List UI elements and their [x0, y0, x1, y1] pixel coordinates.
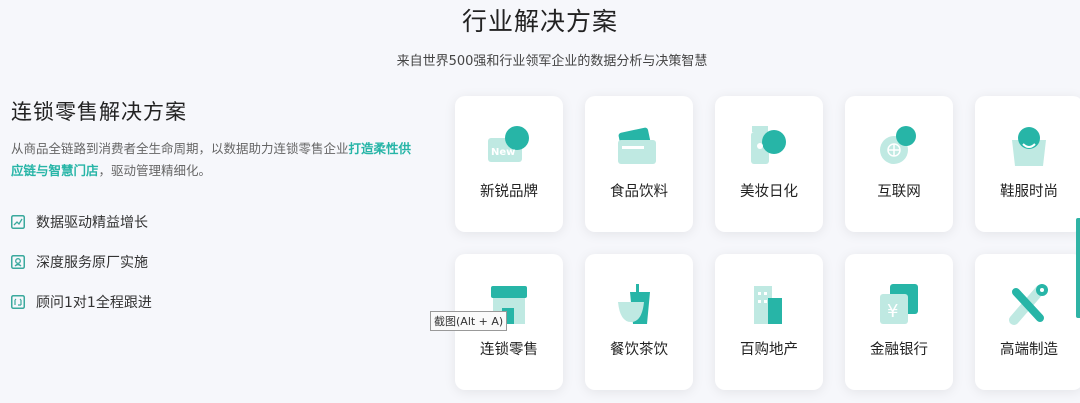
real-estate-icon — [754, 286, 782, 324]
internet-icon — [880, 126, 916, 164]
new-brand-icon: New — [488, 126, 529, 162]
industry-label: 食品饮料 — [610, 184, 668, 200]
industry-card-internet[interactable]: 互联网 — [845, 96, 953, 232]
service-icon — [11, 255, 25, 269]
solution-description: 从商品全链路到消费者全生命周期，以数据助力连锁零售企业打造柔性供应链与智慧门店，… — [11, 138, 421, 182]
industry-label: 鞋服时尚 — [1000, 184, 1058, 200]
feature-item: 数据驱动精益增长 — [11, 202, 421, 242]
desc-text-end: ，驱动管理精细化。 — [98, 163, 212, 178]
food-beverage-icon — [618, 127, 656, 164]
finance-bank-icon: ¥ — [880, 284, 918, 324]
feature-item: 顾问1对1全程跟进 — [11, 282, 421, 322]
side-tab-edge[interactable] — [1076, 218, 1080, 318]
industry-label: 互联网 — [877, 184, 921, 200]
industry-label: 餐饮茶饮 — [610, 342, 668, 358]
consultant-icon — [11, 295, 25, 309]
chart-line-icon — [11, 215, 25, 229]
industry-card-real-estate[interactable]: 百购地产 — [715, 254, 823, 390]
new-badge: New — [491, 147, 515, 158]
feature-item: 深度服务原厂实施 — [11, 242, 421, 282]
industry-label: 百购地产 — [740, 342, 798, 358]
solution-panel: 连锁零售解决方案 从商品全链路到消费者全生命周期，以数据助力连锁零售企业打造柔性… — [11, 96, 421, 322]
catering-drink-icon — [618, 284, 650, 324]
section-subtitle: 来自世界500强和行业领军企业的数据分析与决策智慧 — [396, 54, 708, 69]
industry-label: 美妆日化 — [740, 184, 798, 200]
desc-text: 从商品全链路到消费者全生命周期，以数据助力连锁零售企业 — [11, 141, 349, 156]
industry-card-food[interactable]: 食品饮料 — [585, 96, 693, 232]
industry-card-catering[interactable]: 餐饮茶饮 — [585, 254, 693, 390]
feature-label: 深度服务原厂实施 — [36, 255, 148, 271]
industry-card-cosmetics[interactable]: 美妆日化 — [715, 96, 823, 232]
fashion-bag-icon — [1012, 127, 1046, 166]
manufacturing-icon — [1009, 284, 1048, 325]
feature-label: 数据驱动精益增长 — [36, 215, 148, 231]
yen-symbol: ¥ — [887, 301, 898, 322]
section-title: 行业解决方案 — [461, 7, 618, 36]
industry-card-finance[interactable]: ¥ 金融银行 — [845, 254, 953, 390]
industry-label: 高端制造 — [1000, 342, 1058, 358]
industry-card-new-brand[interactable]: New 新锐品牌 — [455, 96, 563, 232]
industry-label: 连锁零售 — [480, 342, 538, 358]
solution-title: 连锁零售解决方案 — [11, 100, 187, 124]
screenshot-tooltip: 截图(Alt + A) — [430, 311, 508, 331]
industry-label: 新锐品牌 — [480, 184, 538, 200]
industry-card-manufacturing[interactable]: 高端制造 — [975, 254, 1080, 390]
feature-list: 数据驱动精益增长 深度服务原厂实施 顾问1对1全程跟进 — [11, 202, 421, 322]
cosmetics-icon — [751, 126, 786, 164]
feature-label: 顾问1对1全程跟进 — [36, 295, 152, 311]
industry-label: 金融银行 — [870, 342, 928, 358]
industry-card-fashion[interactable]: 鞋服时尚 — [975, 96, 1080, 232]
